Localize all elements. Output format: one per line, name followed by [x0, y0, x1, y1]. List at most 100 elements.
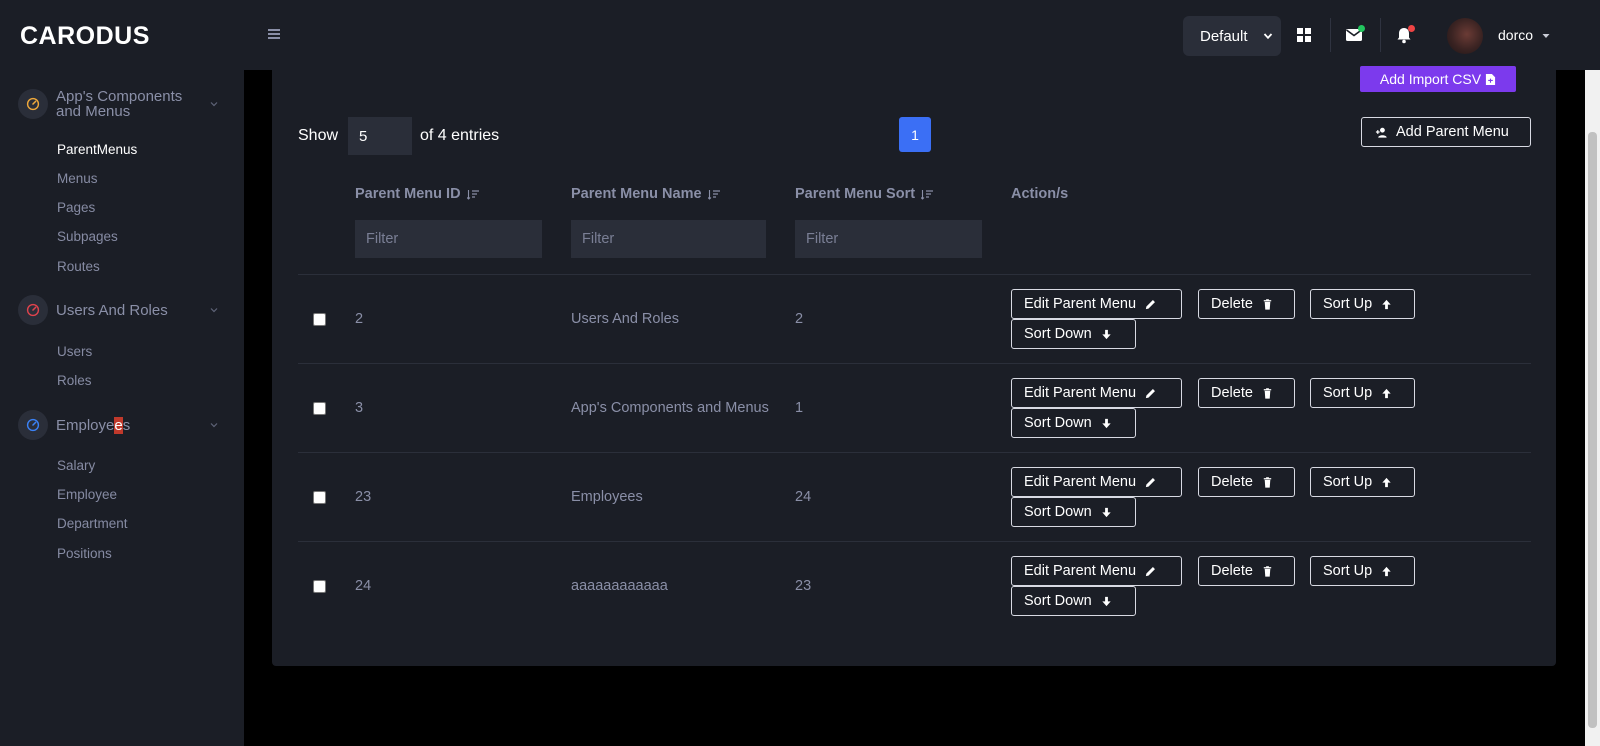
header-label: Parent Menu Name	[571, 186, 702, 202]
sort-icon	[466, 189, 479, 200]
sidebar-item-roles[interactable]: Roles	[57, 373, 92, 388]
column-header-name[interactable]: Parent Menu Name	[571, 186, 721, 202]
cell-sort: 2	[795, 310, 804, 327]
button-label: Edit Parent Menu	[1024, 385, 1137, 401]
row-checkbox[interactable]	[313, 401, 326, 415]
row-checkbox[interactable]	[313, 490, 326, 504]
gauge-icon	[18, 295, 48, 325]
cell-name: Employees	[571, 488, 643, 505]
sort-down-button[interactable]: Sort Down	[1011, 586, 1136, 616]
avatar[interactable]	[1447, 18, 1483, 54]
sort-up-button[interactable]: Sort Up	[1310, 556, 1415, 586]
grid-icon[interactable]	[1294, 25, 1314, 45]
trash-icon	[1263, 387, 1272, 399]
arrow-up-icon	[1382, 388, 1391, 398]
sort-down-button[interactable]: Sort Down	[1011, 497, 1136, 527]
button-label: Delete	[1211, 563, 1253, 579]
delete-button[interactable]: Delete	[1198, 556, 1295, 586]
sort-up-button[interactable]: Sort Up	[1310, 378, 1415, 408]
edit-parent-menu-button[interactable]: Edit Parent Menu	[1011, 289, 1182, 319]
content-card: Add Import CSV Show of 4 entries 1 Add P…	[272, 66, 1556, 666]
arrow-up-icon	[1382, 477, 1391, 487]
file-icon	[1485, 73, 1496, 85]
caret-down-icon[interactable]	[1542, 33, 1550, 39]
sort-up-button[interactable]: Sort Up	[1310, 289, 1415, 319]
trash-icon	[1263, 476, 1272, 488]
sidebar-item-menus[interactable]: Menus	[57, 171, 98, 186]
filter-name-input[interactable]	[571, 220, 766, 258]
page-size-input[interactable]	[348, 117, 412, 155]
column-header-actions: Action/s	[1011, 186, 1068, 202]
menu-icon[interactable]	[268, 29, 280, 39]
sort-up-button[interactable]: Sort Up	[1310, 467, 1415, 497]
cell-name: aaaaaaaaaaaa	[571, 577, 668, 594]
button-label: Sort Down	[1024, 326, 1092, 342]
button-label: Edit Parent Menu	[1024, 563, 1137, 579]
header-label: Parent Menu ID	[355, 186, 461, 202]
row-checkbox[interactable]	[313, 579, 326, 593]
sidebar-group-employees[interactable]: Employees	[18, 410, 224, 440]
cell-name: App's Components and Menus	[571, 399, 769, 416]
sort-icon	[921, 189, 934, 200]
edit-parent-menu-button[interactable]: Edit Parent Menu	[1011, 556, 1182, 586]
chevron-down-icon	[1263, 33, 1273, 40]
button-label: Sort Down	[1024, 415, 1092, 431]
theme-select-value: Default	[1200, 27, 1248, 45]
button-label: Add Parent Menu	[1396, 124, 1509, 140]
mail-status-dot	[1358, 25, 1365, 32]
sort-down-button[interactable]: Sort Down	[1011, 408, 1136, 438]
username[interactable]: dorco	[1498, 27, 1533, 43]
label-part: s	[122, 416, 131, 434]
entries-label: of 4 entries	[420, 127, 500, 144]
edit-parent-menu-button[interactable]: Edit Parent Menu	[1011, 467, 1182, 497]
button-label: Sort Up	[1323, 296, 1373, 312]
filter-id-input[interactable]	[355, 220, 542, 258]
edit-parent-menu-button[interactable]: Edit Parent Menu	[1011, 378, 1182, 408]
gauge-icon	[18, 410, 48, 440]
sidebar: CARODUS App's Components and Menus Paren…	[0, 0, 244, 746]
sidebar-item-department[interactable]: Department	[57, 516, 128, 531]
theme-select[interactable]: Default	[1183, 16, 1281, 56]
arrow-up-icon	[1382, 566, 1391, 576]
sidebar-item-employee[interactable]: Employee	[57, 487, 117, 502]
scrollbar-thumb[interactable]	[1588, 132, 1597, 728]
cell-id: 2	[355, 310, 364, 327]
cell-sort: 23	[795, 577, 812, 594]
add-import-csv-button[interactable]: Add Import CSV	[1360, 66, 1516, 92]
delete-button[interactable]: Delete	[1198, 467, 1295, 497]
sort-down-button[interactable]: Sort Down	[1011, 319, 1136, 349]
sidebar-item-positions[interactable]: Positions	[57, 546, 112, 561]
sidebar-group-label: Employees	[56, 416, 208, 434]
column-header-sort[interactable]: Parent Menu Sort	[795, 186, 934, 202]
chevron-down-icon	[210, 308, 218, 313]
brand-logo[interactable]: CARODUS	[20, 22, 150, 51]
column-header-id[interactable]: Parent Menu ID	[355, 186, 480, 202]
chevron-down-icon	[210, 423, 218, 428]
sidebar-group-users[interactable]: Users And Roles	[18, 295, 224, 325]
sidebar-group-label: Users And Roles	[56, 301, 168, 319]
filter-sort-input[interactable]	[795, 220, 982, 258]
button-label: Sort Down	[1024, 504, 1092, 520]
cell-id: 23	[355, 488, 372, 505]
cell-id: 24	[355, 577, 372, 594]
delete-button[interactable]: Delete	[1198, 378, 1295, 408]
arrow-down-icon	[1102, 507, 1111, 517]
trash-icon	[1263, 298, 1272, 310]
sidebar-item-pages[interactable]: Pages	[57, 200, 95, 215]
header-divider	[1380, 18, 1381, 52]
delete-button[interactable]: Delete	[1198, 289, 1295, 319]
table-divider	[298, 541, 1531, 542]
add-parent-menu-button[interactable]: Add Parent Menu	[1361, 117, 1531, 147]
sidebar-item-users[interactable]: Users	[57, 344, 92, 359]
sidebar-item-salary[interactable]: Salary	[57, 458, 95, 473]
row-checkbox[interactable]	[313, 312, 326, 326]
pagination-page-1[interactable]: 1	[899, 117, 931, 152]
table-divider	[298, 274, 1531, 275]
sidebar-item-routes[interactable]: Routes	[57, 259, 100, 274]
button-label: Sort Up	[1323, 563, 1373, 579]
top-header: Default dorco	[244, 0, 1600, 70]
button-label: Sort Up	[1323, 385, 1373, 401]
sidebar-item-parentmenus[interactable]: ParentMenus	[57, 142, 137, 157]
sidebar-item-subpages[interactable]: Subpages	[57, 229, 118, 244]
sidebar-group-components[interactable]: App's Components and Menus	[18, 89, 224, 119]
